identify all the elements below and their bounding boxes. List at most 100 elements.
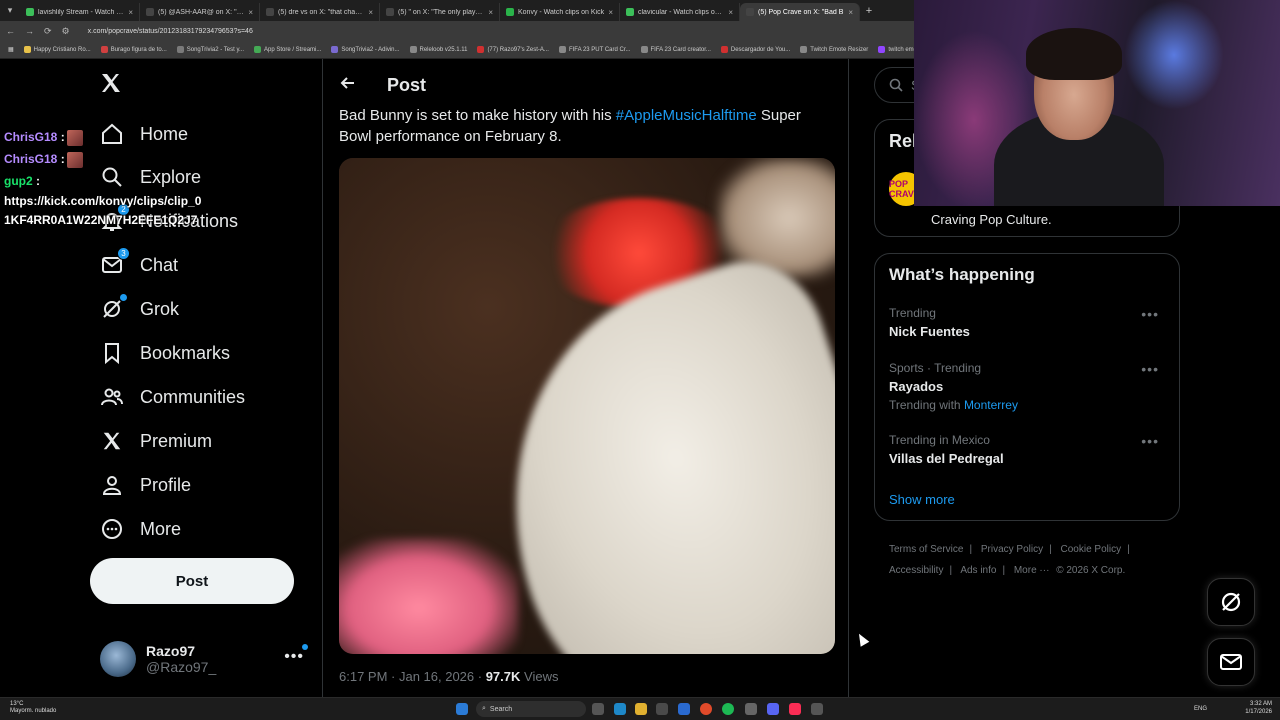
- bookmark-item[interactable]: (77) Razo97's Zest-A...: [477, 46, 549, 53]
- browser-tab[interactable]: (5) dre vs on X: "that charlie ki ×: [260, 3, 380, 21]
- chat-emote-icon: [66, 151, 83, 168]
- weather-desc: Mayorm. nublado: [10, 708, 57, 714]
- trend-item[interactable]: Sports · Trending Rayados Trending with Mo…: [889, 361, 1167, 412]
- tab-favicon-icon: [626, 8, 634, 16]
- close-tab-icon[interactable]: ×: [728, 8, 733, 17]
- ads-info-link[interactable]: Ads info: [960, 565, 996, 576]
- sidebar-item-bookmarks[interactable]: Bookmarks: [100, 335, 230, 371]
- accessibility-link[interactable]: Accessibility: [889, 565, 943, 576]
- taskbar-search[interactable]: ⌕ Search: [476, 701, 586, 717]
- browser-tab[interactable]: Konvy - Watch clips on Kick ×: [500, 3, 620, 21]
- discord-icon[interactable]: [767, 703, 779, 715]
- browser-tab[interactable]: (5) " on X: "The only player to ×: [380, 3, 500, 21]
- x-logo-icon[interactable]: [99, 71, 125, 97]
- more-icon[interactable]: •••: [1141, 361, 1159, 377]
- forward-nav-icon[interactable]: →: [25, 26, 34, 36]
- language-indicator[interactable]: ENG: [1194, 706, 1207, 712]
- chat-username[interactable]: gup2: [4, 174, 33, 188]
- tweet-timestamp[interactable]: 6:17 PM · Jan 16, 2026 ·: [339, 669, 486, 684]
- spotify-icon[interactable]: [722, 703, 734, 715]
- close-tab-icon[interactable]: ×: [248, 8, 253, 17]
- music-icon[interactable]: [789, 703, 801, 715]
- file-explorer-icon[interactable]: [635, 703, 647, 715]
- trend-name: Villas del Pedregal: [889, 451, 1004, 466]
- tweet-text: Bad Bunny is set to make history with hi…: [339, 105, 829, 147]
- relevant-title: Rel: [889, 131, 918, 151]
- browser-tab[interactable]: (5) Pop Crave on X: "Bad B ×: [740, 3, 860, 21]
- tweet-media-image[interactable]: [339, 158, 835, 654]
- close-tab-icon[interactable]: ×: [128, 8, 133, 17]
- more-icon[interactable]: •••: [284, 648, 304, 666]
- chat-text: :: [36, 174, 41, 188]
- edge-icon[interactable]: [614, 703, 626, 715]
- mail-app-icon[interactable]: [678, 703, 690, 715]
- browser-tab[interactable]: lavishlily Stream - Watch Live o ×: [20, 3, 140, 21]
- bookmark-item[interactable]: FIFA 23 PUT Card Cr...: [558, 46, 631, 53]
- store-icon[interactable]: [656, 703, 668, 715]
- bookmark-item[interactable]: Happy Cristiano Ro...: [23, 46, 91, 53]
- privacy-link[interactable]: Privacy Policy: [981, 544, 1043, 555]
- more-icon[interactable]: •••: [1141, 433, 1159, 449]
- sidebar-item-premium[interactable]: Premium: [100, 423, 212, 459]
- hashtag-link[interactable]: #AppleMusicHalftime: [616, 107, 757, 124]
- chat-username[interactable]: ChrisG18: [4, 152, 57, 166]
- sidebar-item-profile[interactable]: Profile: [100, 467, 191, 503]
- terms-link[interactable]: Terms of Service: [889, 544, 963, 555]
- show-more-link[interactable]: Show more: [889, 492, 955, 507]
- reload-icon[interactable]: ⟳: [44, 26, 52, 37]
- chrome-icon[interactable]: [700, 703, 712, 715]
- sidebar-item-more[interactable]: More: [100, 511, 181, 547]
- grok-fab-button[interactable]: [1207, 578, 1255, 626]
- tweet-meta: 6:17 PM · Jan 16, 2026 · 97.7K Views: [339, 669, 558, 684]
- cookie-link[interactable]: Cookie Policy: [1061, 544, 1122, 555]
- url-field[interactable]: x.com/popcrave/status/201231831792347965…: [88, 28, 253, 35]
- apps-icon[interactable]: ▦: [8, 46, 14, 53]
- close-tab-icon[interactable]: ×: [488, 8, 493, 17]
- close-tab-icon[interactable]: ×: [608, 8, 613, 17]
- tab-search-icon[interactable]: ▾: [0, 0, 20, 21]
- system-clock[interactable]: 3:32 AM 1/17/2026: [1245, 700, 1272, 716]
- tab-favicon-icon: [146, 8, 154, 16]
- app-icon[interactable]: [811, 703, 823, 715]
- bookmark-item[interactable]: SongTrivia2 - Adivin...: [331, 46, 400, 53]
- trend-item[interactable]: Trending in Mexico Villas del Pedregal •••: [889, 433, 1167, 466]
- more-icon[interactable]: •••: [1141, 306, 1159, 322]
- streamer-webcam: [914, 0, 1280, 206]
- browser-tab[interactable]: (5) @ASH-AAR@ on X: "Demo ×: [140, 3, 260, 21]
- trend-with-link[interactable]: Monterrey: [964, 398, 1018, 412]
- weather-widget[interactable]: 13°C Mayorm. nublado: [10, 701, 56, 715]
- bookmark-label: Happy Cristiano Ro...: [33, 46, 91, 53]
- back-arrow-icon[interactable]: [339, 75, 359, 96]
- bookmark-item[interactable]: Releloob v25.1.11: [409, 46, 467, 53]
- bookmark-item[interactable]: SongTrivia2 - Test y...: [176, 46, 244, 53]
- new-tab-button[interactable]: +: [860, 5, 878, 17]
- site-info-icon[interactable]: ⚙: [62, 26, 70, 37]
- account-switcher[interactable]: Razo97 @Razo97_ •••: [100, 638, 312, 680]
- clock-time: 3:32 AM: [1249, 701, 1272, 707]
- back-nav-icon[interactable]: ←: [6, 26, 15, 36]
- sidebar-item-communities[interactable]: Communities: [100, 379, 245, 415]
- tweet-text-part: Bad Bunny is set to make history with hi…: [339, 107, 616, 124]
- messages-fab-button[interactable]: [1207, 638, 1255, 686]
- sidebar-item-label: Grok: [140, 298, 180, 319]
- bookmark-item[interactable]: Burago figura de to...: [100, 46, 167, 53]
- trend-item[interactable]: Trending Nick Fuentes •••: [889, 306, 1167, 339]
- footer-more-link[interactable]: More ···: [1014, 565, 1050, 576]
- tab-title: (5) Pop Crave on X: "Bad B: [758, 8, 844, 16]
- windows-start-icon[interactable]: [456, 703, 468, 715]
- bookmark-item[interactable]: Twitch Emote Resizer: [800, 46, 868, 53]
- browser-tab[interactable]: clavicular - Watch clips on Kick ×: [620, 3, 740, 21]
- close-tab-icon[interactable]: ×: [848, 8, 853, 17]
- bookmark-item[interactable]: FIFA 23 Card creator...: [640, 46, 711, 53]
- post-button[interactable]: Post: [90, 558, 294, 604]
- whats-happening-title: What’s happening: [889, 265, 1035, 284]
- bookmark-item[interactable]: Descargador de You...: [720, 46, 790, 53]
- close-tab-icon[interactable]: ×: [368, 8, 373, 17]
- sidebar-item-grok[interactable]: Grok: [100, 291, 179, 327]
- bookmark-favicon-icon: [558, 46, 566, 53]
- chat-username[interactable]: ChrisG18: [4, 130, 57, 144]
- app-icon[interactable]: [745, 703, 757, 715]
- sidebar-item-chat[interactable]: 3 Chat: [100, 247, 178, 283]
- task-view-icon[interactable]: [592, 703, 604, 715]
- bookmark-item[interactable]: App Store / Streami...: [254, 46, 321, 53]
